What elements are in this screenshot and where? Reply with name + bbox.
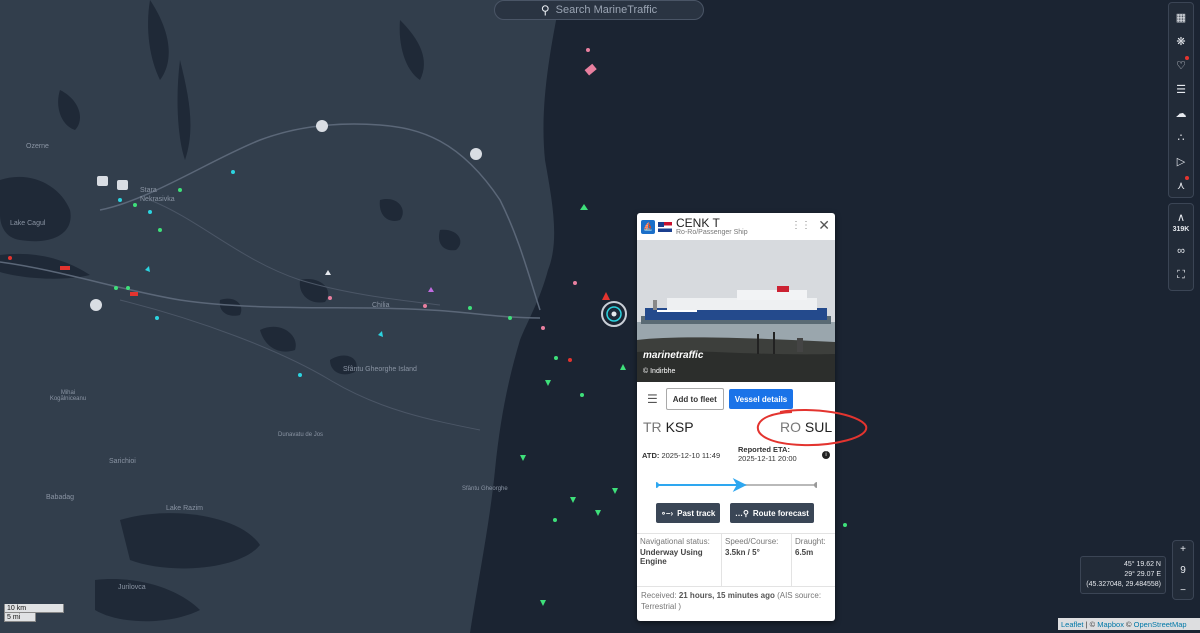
atd-label: ATD:	[642, 451, 660, 460]
speed-course-value: 3.5kn / 5°	[725, 548, 760, 557]
zoom-out-button[interactable]: −	[1180, 585, 1186, 596]
vessel-photo[interactable]: marinetraffic © Indirbhe	[637, 240, 835, 382]
nav-status-value: Underway Using Engine	[640, 548, 703, 566]
map-label: Dunavatu de Jos	[278, 432, 324, 438]
vessel-header: ⛵ CENK T Ro-Ro/Passenger Ship ⋮⋮ ✕	[637, 213, 835, 240]
vessel-type: Ro-Ro/Passenger Ship	[676, 229, 748, 236]
photo-credit: © Indirbhe	[643, 368, 676, 375]
route-forecast-button[interactable]: …⚲ Route forecast	[730, 503, 814, 523]
notification-dot	[1185, 56, 1189, 60]
flag-icon	[658, 221, 672, 232]
draught: Draught: 6.5m	[792, 534, 835, 586]
map-toolbar: ▦ ❋ ♡ ☰ ☁ ∴ ▷ ⋏	[1168, 2, 1194, 198]
map-scale: 10 km 5 mi	[4, 604, 64, 622]
layers-icon[interactable]: ☰	[1170, 78, 1192, 100]
osm-link[interactable]: OpenStreetMap	[1134, 620, 1187, 629]
draught-value: 6.5m	[795, 548, 814, 557]
info-icon[interactable]: i	[822, 451, 830, 459]
notification-dot	[1185, 176, 1189, 180]
speed-course: Speed/Course: 3.5kn / 5°	[722, 534, 792, 586]
departure-port[interactable]: TR KSP	[643, 419, 694, 435]
mapbox-link[interactable]: Mapbox	[1097, 620, 1124, 629]
zoom-control: + 9 −	[1172, 540, 1194, 600]
map-canvas[interactable]	[0, 0, 1200, 633]
scale-km: 10 km	[4, 604, 64, 613]
departure-code: KSP	[665, 419, 694, 435]
menu-icon[interactable]: ☰	[647, 392, 658, 406]
vessel-stats: Navigational status: Underway Using Engi…	[637, 533, 835, 587]
cursor-coordinates: 45° 19.62 N 29° 29.07 E (45.327048, 29.4…	[1080, 556, 1166, 594]
density-icon[interactable]: ∴	[1170, 126, 1192, 148]
past-track-icon: ∘–›	[661, 508, 674, 518]
track-buttons: ∘–› Past track …⚲ Route forecast	[637, 503, 835, 525]
map-label: Lake Razim	[166, 505, 203, 512]
map-label: Ozerne	[26, 143, 49, 150]
weather-icon[interactable]: ☁	[1170, 102, 1192, 124]
map-attribution: Leaflet | © Mapbox © OpenStreetMap	[1058, 618, 1200, 630]
photo-watermark: marinetraffic	[643, 350, 704, 361]
map-label: Mihai Kogălniceanu	[49, 390, 87, 402]
measure-icon[interactable]: ⋏	[1170, 174, 1192, 196]
map-label: Sfântu Gheorghe	[462, 486, 508, 492]
nav-status-label: Navigational status:	[640, 537, 710, 546]
infinity-icon[interactable]: ∞	[1169, 241, 1193, 262]
latitude: 45° 19.62 N	[1123, 561, 1161, 568]
map-label: Lake Cagul	[10, 220, 46, 227]
attribution-separator: | ©	[1083, 619, 1098, 629]
received-label: Received:	[641, 591, 677, 600]
search-icon: ⚲	[540, 3, 550, 17]
zoom-in-button[interactable]: +	[1180, 544, 1186, 555]
arrival-dot	[814, 482, 817, 488]
map-label: Babadag	[46, 494, 75, 501]
map-label: Sfântu Gheorghe Island	[343, 366, 417, 373]
heart-icon[interactable]: ♡	[1170, 54, 1192, 76]
zoom-level: 9	[1180, 564, 1186, 576]
draught-label: Draught:	[795, 537, 826, 546]
close-icon[interactable]: ✕	[818, 217, 830, 234]
ship-type-icon: ⛵	[641, 219, 655, 234]
speed-course-label: Speed/Course:	[725, 537, 779, 546]
vessel-name: CENK T	[676, 216, 720, 230]
nav-status: Navigational status: Underway Using Engi…	[637, 534, 722, 586]
annotation-circle	[756, 409, 868, 447]
past-track-button[interactable]: ∘–› Past track	[656, 503, 721, 523]
search-bar[interactable]: ⚲ Search MarineTraffic	[494, 0, 704, 20]
add-to-fleet-button[interactable]: Add to fleet	[665, 388, 724, 410]
vessel-count: 319K	[1172, 225, 1190, 233]
map-label: Chilia	[372, 302, 390, 309]
map-label: Jurilovca	[118, 584, 146, 591]
search-placeholder: Search MarineTraffic	[555, 4, 658, 16]
map-icon[interactable]: ▦	[1170, 6, 1192, 28]
play-icon[interactable]: ▷	[1170, 150, 1192, 172]
voyage-progress	[656, 478, 817, 492]
map-label: Stara Nekrasivka	[140, 187, 175, 203]
atd-value: 2025-12-10 11:49	[661, 451, 721, 460]
navigation-icon[interactable]: ∧	[1169, 207, 1193, 228]
scale-mi: 5 mi	[4, 613, 36, 622]
map-label: Sarichioi	[109, 458, 136, 465]
past-track-label: Past track	[677, 508, 716, 518]
drag-handle-icon[interactable]: ⋮⋮	[791, 220, 811, 231]
longitude: 29° 29.07 E	[1124, 571, 1161, 578]
received-info: Received: 21 hours, 15 minutes ago (AIS …	[641, 590, 831, 612]
vessel-actions: ☰ Add to fleet Vessel details	[637, 388, 835, 410]
attribution-separator: ©	[1123, 619, 1134, 629]
received-value: 21 hours, 15 minutes ago	[678, 591, 775, 600]
leaflet-link[interactable]: Leaflet	[1061, 620, 1084, 629]
eta-value: 2025-12-11 20:00	[738, 454, 797, 463]
map-toolbar-secondary: ∧ 319K ∞ ⛶	[1168, 203, 1194, 291]
fullscreen-icon[interactable]: ⛶	[1169, 265, 1193, 286]
filter-icon[interactable]: ❋	[1170, 30, 1192, 52]
departure-dot	[656, 482, 659, 488]
departure-country: TR	[643, 419, 662, 435]
route-forecast-label: Route forecast	[752, 508, 809, 518]
decimal-coords: (45.327048, 29.484558)	[1086, 581, 1161, 588]
route-forecast-icon: …⚲	[735, 508, 749, 518]
vessel-details-button[interactable]: Vessel details	[728, 389, 794, 409]
